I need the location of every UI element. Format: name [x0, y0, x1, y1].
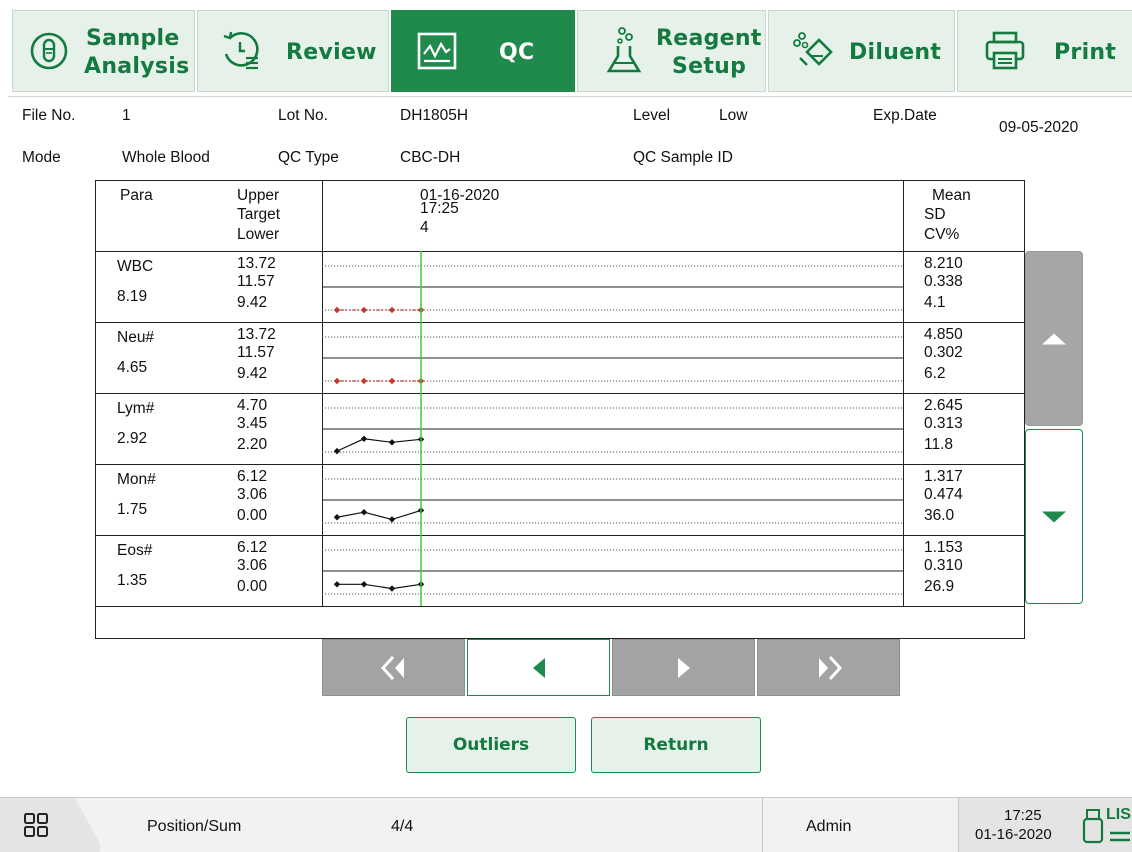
outliers-button[interactable]: Outliers — [406, 717, 576, 773]
qc-chart-icon — [417, 32, 457, 70]
clock-date: 01-16-2020 — [975, 826, 1052, 843]
data-point — [360, 435, 368, 442]
tab-sample-analysis[interactable]: Sample Analysis — [12, 10, 195, 92]
data-point — [360, 509, 368, 516]
current-user: Admin — [806, 818, 852, 835]
prev-button[interactable] — [467, 639, 610, 696]
usb-drive-icon — [1082, 809, 1104, 844]
tab-review-label: Review — [286, 40, 377, 65]
clock-time: 17:25 — [1004, 807, 1042, 824]
tab-reagent-setup-line2: Setup — [672, 54, 747, 79]
data-point — [388, 439, 396, 446]
qc-plot-area — [322, 251, 903, 606]
status-divider — [958, 798, 959, 852]
data-point — [388, 306, 396, 314]
data-point — [388, 585, 396, 592]
status-bar: Position/Sum 4/4 Admin 17:25 01-16-2020 … — [0, 797, 1132, 852]
position-sum-value: 4/4 — [391, 818, 414, 835]
next-icon — [677, 657, 690, 678]
lis-label: LIS — [1106, 806, 1131, 823]
diluent-icon — [793, 32, 833, 66]
data-point — [360, 306, 368, 314]
grid-menu-icon[interactable] — [22, 811, 50, 839]
first-page-icon — [380, 655, 404, 680]
tab-qc-label: QC — [499, 40, 535, 65]
last-page-button[interactable] — [757, 639, 900, 696]
data-point — [388, 516, 396, 523]
data-point — [388, 377, 396, 385]
series-line — [336, 509, 422, 521]
main-tab-bar: Sample Analysis Review QC Reagent Setup … — [0, 0, 1132, 92]
printer-icon — [985, 31, 1025, 70]
tab-sample-analysis-line1: Sample — [86, 26, 180, 51]
level-value: Low — [719, 107, 748, 124]
data-point — [360, 377, 368, 385]
data-point — [333, 447, 341, 455]
tab-reagent-setup[interactable]: Reagent Setup — [577, 10, 766, 92]
file-no-value: 1 — [122, 107, 131, 124]
file-no-label: File No. — [22, 107, 76, 124]
data-point — [333, 306, 341, 314]
data-point — [333, 581, 341, 588]
next-button[interactable] — [612, 639, 755, 696]
series-line — [337, 583, 422, 590]
level-label: Level — [633, 107, 671, 124]
tab-print[interactable]: Print — [957, 10, 1132, 92]
header-divider — [8, 96, 1132, 97]
status-user-panel — [763, 798, 958, 852]
lot-no-value: DH1805H — [400, 107, 469, 124]
scroll-down-button[interactable] — [1025, 429, 1083, 604]
mode-value: Whole Blood — [122, 149, 210, 166]
tab-print-label: Print — [1054, 40, 1117, 65]
lis-transfer-icon — [1110, 831, 1130, 842]
data-point — [360, 581, 368, 588]
tab-qc[interactable]: QC — [391, 10, 575, 92]
prev-icon — [532, 657, 545, 678]
scroll-up-button[interactable] — [1025, 251, 1083, 426]
flask-icon — [606, 27, 642, 73]
series-line — [336, 438, 422, 452]
qc-sample-id-label: QC Sample ID — [633, 149, 733, 166]
qc-type-label: QC Type — [278, 149, 339, 166]
tab-sample-analysis-line2: Analysis — [84, 54, 190, 79]
exp-date-label: Exp.Date — [873, 107, 937, 124]
lot-no-label: Lot No. — [278, 107, 328, 124]
last-page-icon — [818, 655, 842, 680]
data-point — [333, 377, 341, 385]
exp-date-value: 09-05-2020 — [999, 119, 1079, 136]
tab-diluent[interactable]: Diluent — [768, 10, 955, 92]
arrow-down-icon — [1042, 511, 1066, 522]
tab-review[interactable]: Review — [197, 10, 389, 92]
qc-type-value: CBC-DH — [400, 149, 461, 166]
position-sum-label: Position/Sum — [147, 818, 242, 835]
return-button[interactable]: Return — [591, 717, 761, 773]
qc-chart-table: Para Upper Target Lower 01-16-2020 17:25… — [95, 180, 1025, 639]
tab-diluent-label: Diluent — [849, 40, 942, 65]
tab-reagent-setup-line1: Reagent — [656, 26, 762, 51]
test-tube-icon — [30, 32, 68, 70]
data-point — [333, 514, 341, 521]
arrow-up-icon — [1042, 333, 1066, 344]
review-history-icon — [223, 31, 259, 70]
first-page-button[interactable] — [322, 639, 465, 696]
mode-label: Mode — [22, 149, 61, 166]
